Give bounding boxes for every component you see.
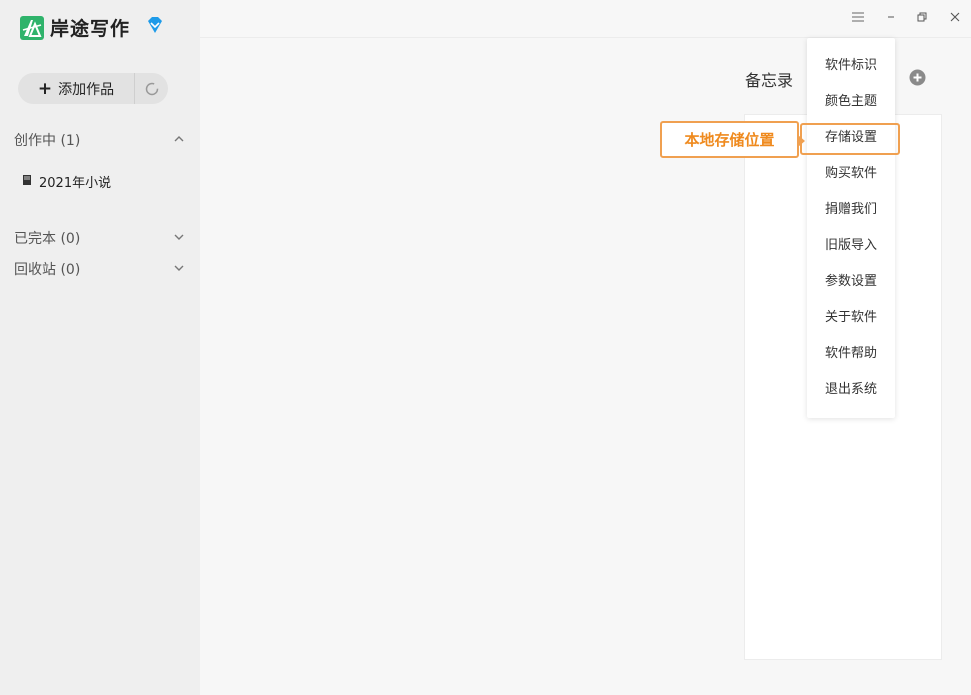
settings-menu: 软件标识 颜色主题 存储设置 购买软件 捐赠我们 旧版导入 参数设置 关于软件 … xyxy=(807,38,895,418)
add-work-label: 添加作品 xyxy=(58,81,115,98)
diamond-icon[interactable] xyxy=(145,15,165,39)
refresh-button[interactable] xyxy=(135,82,168,96)
section-finished[interactable]: 已完本 (0) xyxy=(14,228,184,248)
logo-icon xyxy=(20,15,44,40)
menu-button[interactable] xyxy=(849,8,867,26)
section-trash-count: (0) xyxy=(60,262,81,278)
section-writing-text: 创作中 (1) xyxy=(14,130,80,150)
memo-title: 备忘录 xyxy=(745,71,794,90)
add-memo-button[interactable] xyxy=(909,69,926,90)
app-title: 岸途写作 xyxy=(50,18,131,40)
section-finished-label: 已完本 xyxy=(14,231,56,247)
storage-location-callout: 本地存储位置 xyxy=(660,121,805,158)
section-writing-label: 创作中 xyxy=(14,133,56,149)
restore-button[interactable] xyxy=(913,8,931,26)
restore-icon xyxy=(917,12,927,22)
section-trash-text: 回收站 (0) xyxy=(14,259,80,279)
work-item[interactable]: 2021年小说 xyxy=(21,172,111,191)
section-finished-count: (0) xyxy=(60,231,81,247)
menu-item-exit[interactable]: 退出系统 xyxy=(807,375,895,405)
minimize-icon xyxy=(888,16,894,18)
plus-circle-icon xyxy=(909,69,926,86)
menu-item-help[interactable]: 软件帮助 xyxy=(807,339,895,369)
plus-icon: + xyxy=(37,78,53,99)
menu-item-software-id[interactable]: 软件标识 xyxy=(807,51,895,81)
minimize-button[interactable] xyxy=(882,8,900,26)
sidebar: 岸途写作 + 添加作品 创作中 (1) 2021年小说 已完本 (0) 回收站 … xyxy=(0,0,200,695)
menu-item-about[interactable]: 关于软件 xyxy=(807,303,895,333)
menu-item-purchase[interactable]: 购买软件 xyxy=(807,159,895,189)
chevron-up-icon xyxy=(174,134,184,147)
refresh-icon xyxy=(145,82,158,95)
section-writing[interactable]: 创作中 (1) xyxy=(14,130,184,150)
chevron-down-icon xyxy=(174,263,184,276)
section-writing-count: (1) xyxy=(60,133,81,149)
add-work-button[interactable]: + 添加作品 xyxy=(18,73,135,104)
book-icon xyxy=(21,174,33,190)
close-button[interactable] xyxy=(946,8,964,26)
hamburger-icon xyxy=(852,12,864,22)
menu-item-color-theme[interactable]: 颜色主题 xyxy=(807,87,895,117)
app-window: 岸途写作 + 添加作品 创作中 (1) 2021年小说 已完本 (0) 回收站 … xyxy=(0,0,971,695)
app-logo: 岸途写作 xyxy=(20,14,130,41)
chevron-down-icon xyxy=(174,232,184,245)
add-work-group: + 添加作品 xyxy=(18,73,168,104)
work-item-label: 2021年小说 xyxy=(39,176,112,191)
section-trash[interactable]: 回收站 (0) xyxy=(14,259,184,279)
storage-settings-highlight xyxy=(800,123,900,155)
menu-item-legacy-import[interactable]: 旧版导入 xyxy=(807,231,895,261)
menu-item-donate[interactable]: 捐赠我们 xyxy=(807,195,895,225)
close-icon xyxy=(950,12,960,22)
section-trash-label: 回收站 xyxy=(14,262,56,278)
section-finished-text: 已完本 (0) xyxy=(14,228,80,248)
menu-item-parameters[interactable]: 参数设置 xyxy=(807,267,895,297)
